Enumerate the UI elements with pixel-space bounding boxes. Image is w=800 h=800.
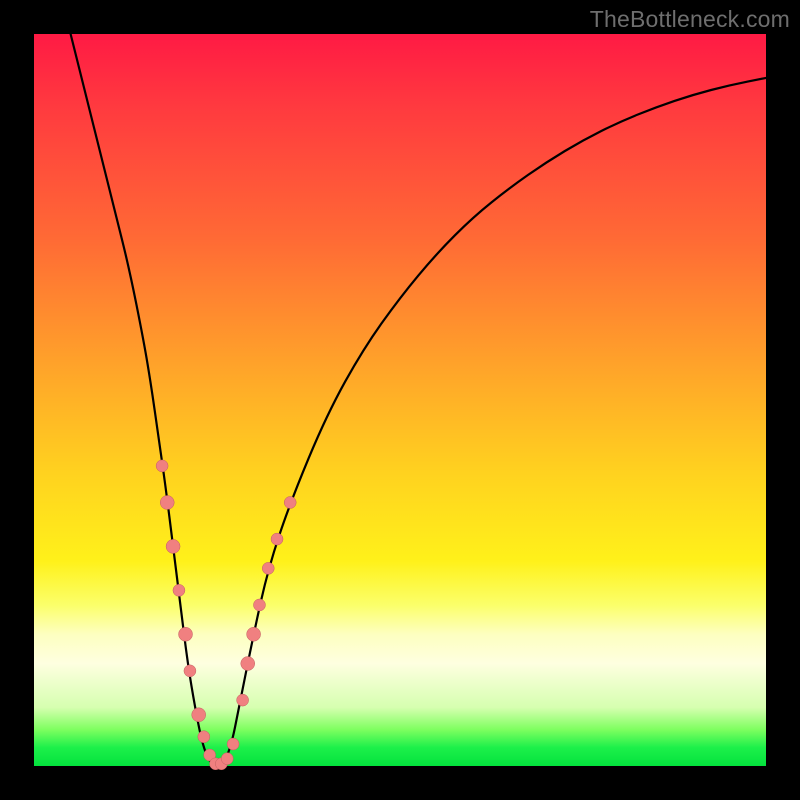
data-dot <box>166 539 180 553</box>
bottleneck-curve <box>71 34 766 765</box>
data-dot <box>156 460 168 472</box>
data-dot <box>160 495 174 509</box>
data-dot <box>284 496 296 508</box>
data-dot <box>237 694 249 706</box>
data-dot <box>184 665 196 677</box>
watermark-text: TheBottleneck.com <box>590 6 790 33</box>
data-dot <box>271 533 283 545</box>
data-dot <box>247 627 261 641</box>
data-dot <box>179 627 193 641</box>
chart-plot-area <box>34 34 766 766</box>
data-dot <box>173 584 185 596</box>
data-dots <box>156 460 296 770</box>
data-dot <box>241 657 255 671</box>
data-dot <box>227 738 239 750</box>
data-dot <box>262 562 274 574</box>
chart-svg <box>34 34 766 766</box>
data-dot <box>198 731 210 743</box>
data-dot <box>253 599 265 611</box>
data-dot <box>192 708 206 722</box>
data-dot <box>221 753 233 765</box>
chart-frame: TheBottleneck.com <box>0 0 800 800</box>
